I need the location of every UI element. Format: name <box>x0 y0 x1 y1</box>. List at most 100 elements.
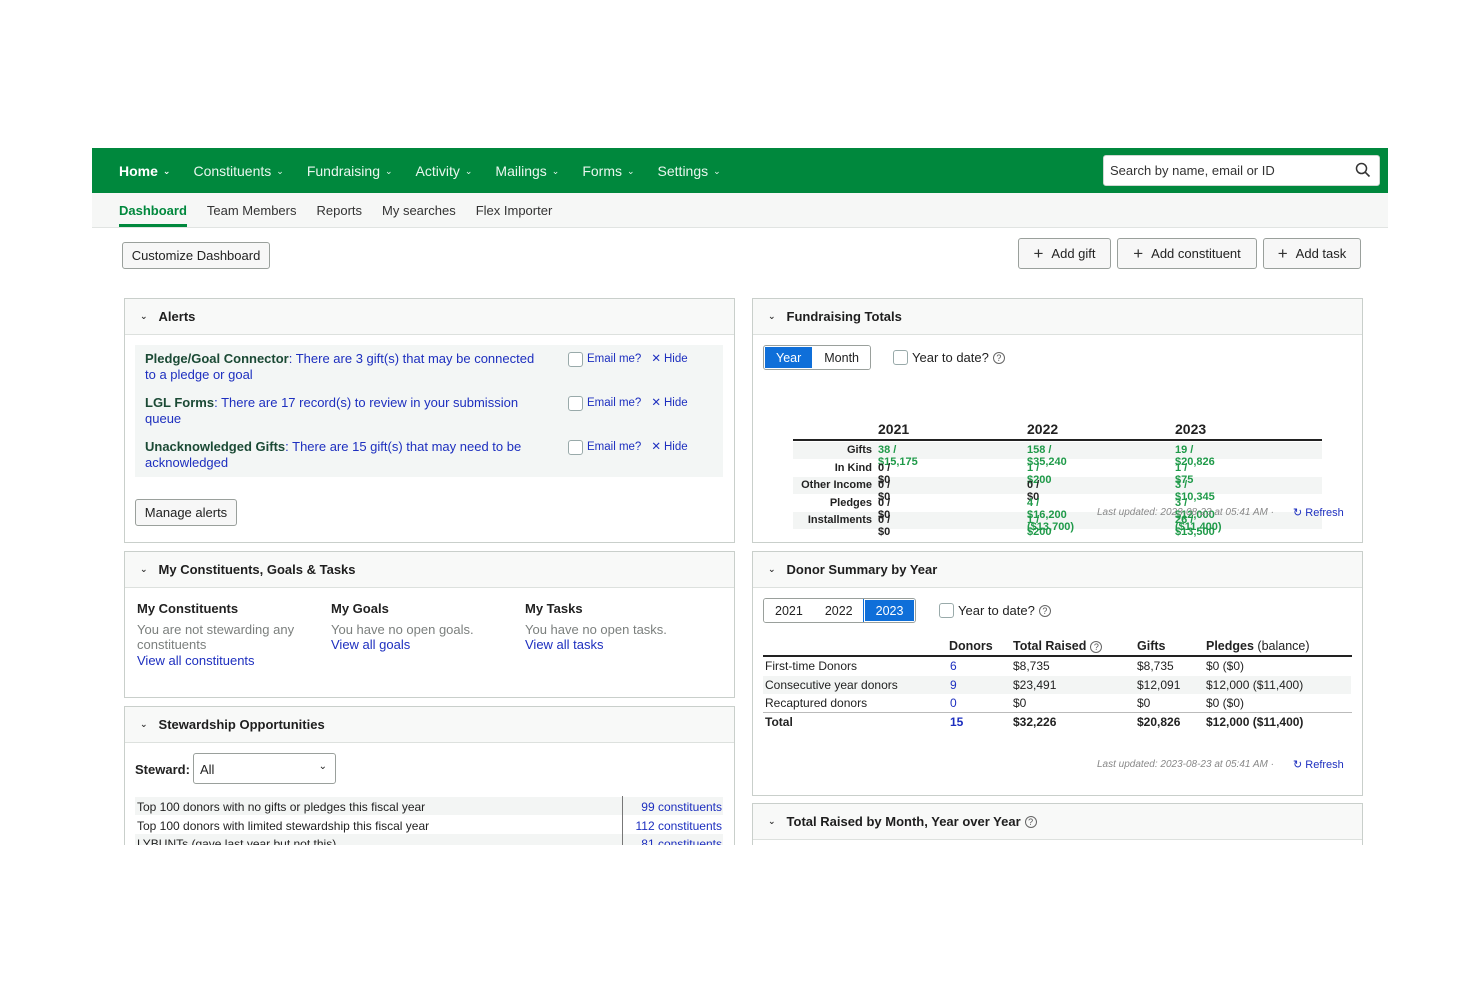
row-label: Other Income <box>801 479 872 491</box>
nav-home[interactable]: Home ⌄ <box>119 163 170 179</box>
add-constituent-button[interactable]: + Add constituent <box>1117 238 1257 269</box>
stewardship-row-link[interactable]: 112 constituents <box>635 819 722 833</box>
gifts-value: $8,735 <box>1137 659 1174 673</box>
toggle-month[interactable]: Month <box>813 346 871 369</box>
donors-link[interactable]: 9 <box>950 676 957 694</box>
chevron-down-icon: ⌄ <box>768 816 776 826</box>
toggle-2022[interactable]: 2022 <box>813 599 864 622</box>
stewardship-header[interactable]: ⌄ Stewardship Opportunities <box>125 707 734 743</box>
nav-activity[interactable]: Activity ⌄ <box>416 163 473 179</box>
chevron-down-icon: ⌄ <box>140 311 148 321</box>
search-icon[interactable] <box>1355 162 1371 178</box>
stewardship-row-link[interactable]: 99 constituents <box>641 800 722 814</box>
email-me-checkbox[interactable] <box>568 351 583 367</box>
search-box <box>1103 155 1380 186</box>
fundraising-totals-header[interactable]: ⌄ Fundraising Totals <box>753 299 1362 335</box>
nav-fundraising[interactable]: Fundraising ⌄ <box>307 163 393 179</box>
tab-reports[interactable]: Reports <box>316 203 362 227</box>
period-toggle: Year Month <box>763 345 872 370</box>
plus-icon: + <box>1277 244 1288 263</box>
alert-link[interactable]: Pledge/Goal Connector: There are 3 gift(… <box>145 351 540 383</box>
column-header: Gifts <box>1137 639 1166 653</box>
email-me-checkbox[interactable] <box>568 439 583 455</box>
alert-actions: Email me? ✕ Hide <box>568 395 688 411</box>
manage-alerts-button[interactable]: Manage alerts <box>135 499 237 526</box>
close-icon[interactable]: ✕ <box>651 439 661 455</box>
donors-link[interactable]: 0 <box>950 694 957 712</box>
total-value[interactable]: 1 / $200 <box>1027 514 1051 538</box>
nav-settings[interactable]: Settings ⌄ <box>658 163 721 179</box>
chevron-down-icon: ⌄ <box>627 166 635 176</box>
stewardship-row-label: LYBUNTs (gave last year but not this) <box>137 837 337 845</box>
chevron-down-icon: ⌄ <box>384 166 393 176</box>
toggle-2021[interactable]: 2021 <box>764 599 814 622</box>
total-row: Total 15 $32,226 $20,826 $12,000 ($11,40… <box>763 713 1351 731</box>
row-label: Gifts <box>846 444 872 456</box>
steward-select[interactable]: All ⌄ <box>193 753 336 784</box>
add-task-button[interactable]: + Add task <box>1263 238 1361 269</box>
alert-link[interactable]: LGL Forms: There are 17 record(s) to rev… <box>145 395 540 427</box>
search-input[interactable] <box>1110 163 1350 178</box>
chevron-down-icon: ⌄ <box>551 166 560 176</box>
stewardship-panel: ⌄ Stewardship Opportunities Steward: All … <box>124 706 735 845</box>
chevron-down-icon: ⌄ <box>276 166 284 176</box>
close-icon[interactable]: ✕ <box>651 351 661 367</box>
help-icon[interactable]: ? <box>992 351 1005 364</box>
column-header: Pledges (balance) <box>1206 639 1310 653</box>
email-me-checkbox[interactable] <box>568 395 583 411</box>
email-me-label[interactable]: Email me? <box>587 439 641 455</box>
customize-dashboard-button[interactable]: Customize Dashboard <box>122 242 270 269</box>
view-all-tasks-link[interactable]: View all tasks <box>525 637 705 653</box>
add-gift-button[interactable]: + Add gift <box>1018 238 1111 269</box>
tab-flex-importer[interactable]: Flex Importer <box>476 203 553 227</box>
table-row <box>793 477 1322 494</box>
stewardship-row-link[interactable]: 81 constituents <box>641 837 722 845</box>
ytd-checkbox[interactable] <box>893 350 908 365</box>
email-me-label[interactable]: Email me? <box>587 395 641 411</box>
ytd-checkbox[interactable] <box>939 603 954 618</box>
chevron-down-icon: ⌄ <box>768 311 776 321</box>
nav-constituents[interactable]: Constituents ⌄ <box>193 163 283 179</box>
ytd-toggle: Year to date?? <box>939 603 1051 618</box>
toggle-year[interactable]: Year <box>764 346 815 369</box>
view-all-constituents-link[interactable]: View all constituents <box>137 653 317 669</box>
ytd-label: Year to date? <box>912 350 989 365</box>
year-header: 2023 <box>1175 421 1207 437</box>
tab-dashboard[interactable]: Dashboard <box>119 203 187 227</box>
donors-link[interactable]: 6 <box>950 657 957 675</box>
my-constituents-header[interactable]: ⌄ My Constituents, Goals & Tasks <box>125 552 734 588</box>
alert-item: Pledge/Goal Connector: There are 3 gift(… <box>135 345 723 389</box>
close-icon[interactable]: ✕ <box>651 395 661 411</box>
chevron-down-icon: ⌄ <box>162 166 171 176</box>
row-label: In Kind <box>834 462 872 474</box>
hide-link[interactable]: Hide <box>664 351 688 367</box>
help-icon[interactable]: ? <box>1024 815 1037 828</box>
pledges-value: $12,000 ($11,400) <box>1206 678 1304 692</box>
hide-link[interactable]: Hide <box>664 395 688 411</box>
gifts-value: $0 <box>1137 696 1151 710</box>
alerts-panel: ⌄ Alerts Pledge/Goal Connector: There are… <box>124 298 735 543</box>
alert-link[interactable]: Unacknowledged Gifts: There are 15 gift(… <box>145 439 540 471</box>
nav-forms[interactable]: Forms ⌄ <box>582 163 634 179</box>
chevron-down-icon: ⌄ <box>713 166 721 176</box>
view-all-goals-link[interactable]: View all goals <box>331 637 511 653</box>
tab-my-searches[interactable]: My searches <box>382 203 456 227</box>
tab-team-members[interactable]: Team Members <box>207 203 297 227</box>
ytd-label: Year to date? <box>958 603 1035 618</box>
alerts-header[interactable]: ⌄ Alerts <box>125 299 734 335</box>
gifts-value: $12,091 <box>1137 678 1181 692</box>
monthly-total-header[interactable]: ⌄ Total Raised by Month, Year over Year? <box>753 804 1362 840</box>
column-divider <box>622 796 623 845</box>
toggle-2023[interactable]: 2023 <box>862 599 916 622</box>
donor-summary-header[interactable]: ⌄ Donor Summary by Year <box>753 552 1362 588</box>
email-me-label[interactable]: Email me? <box>587 351 641 367</box>
help-icon[interactable]: ? <box>1038 604 1051 617</box>
refresh-link[interactable]: ↻ Refresh <box>1293 506 1344 519</box>
nav-mailings[interactable]: Mailings ⌄ <box>495 163 559 179</box>
donors-link[interactable]: 15 <box>950 713 963 731</box>
app-window: Home ⌄ Constituents ⌄ Fundraising ⌄ Activit… <box>92 148 1388 845</box>
hide-link[interactable]: Hide <box>664 439 688 455</box>
last-updated: Last updated: 2023-08-23 at 05:41 AM · <box>1097 507 1274 518</box>
help-icon[interactable]: ? <box>1090 640 1103 653</box>
refresh-link[interactable]: ↻ Refresh <box>1293 758 1344 771</box>
